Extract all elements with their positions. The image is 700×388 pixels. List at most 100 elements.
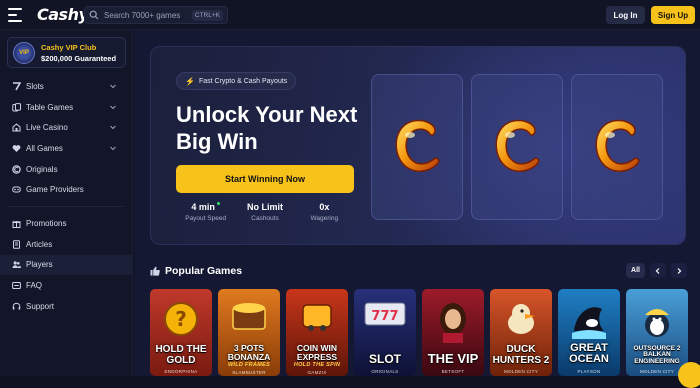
sidebar-item-players[interactable]: Players — [0, 254, 132, 276]
slot-machine-icon: 777 — [364, 302, 406, 326]
game-studio: PLAYSON — [577, 369, 601, 374]
logo[interactable]: Cashy — [37, 5, 89, 24]
sidebar-item-label: Players — [26, 260, 53, 270]
game-card-the-vip[interactable]: THE VIP BETSOFT — [422, 289, 484, 376]
payout-pill: ⚡ Fast Crypto & Cash Payouts — [176, 72, 297, 90]
hero-stats: 4 min Payout Speed No Limit Cashouts 0x … — [176, 202, 354, 222]
game-title: OUTSOURCE 2 BALKAN ENGINEERING — [633, 344, 681, 366]
next-button[interactable] — [671, 263, 687, 278]
treasure-pot-icon — [232, 303, 266, 330]
chevron-down-icon — [110, 105, 116, 109]
vip-title: Cashy VIP Club — [41, 42, 97, 52]
sidebar-divider — [8, 206, 124, 208]
chevron-right-icon — [677, 267, 682, 274]
stat-label: Cashouts — [251, 215, 279, 222]
stat-payout-speed: 4 min Payout Speed — [176, 202, 235, 222]
view-all-button[interactable]: All — [626, 263, 645, 278]
live-dot-icon — [216, 202, 220, 205]
game-card-slot[interactable]: 777 SLOT ORIGINALS — [354, 289, 416, 376]
game-card-duck-hunters-2[interactable]: DUCK HUNTERS 2 MOLDEN CITY — [490, 289, 552, 376]
slot-seven-icon — [12, 82, 21, 91]
popular-games-row: ? HOLD THE GOLD ENDORPHINA 3 POTS BONANZ… — [150, 289, 700, 379]
game-card-hold-the-gold[interactable]: ? HOLD THE GOLD ENDORPHINA — [150, 289, 212, 376]
sidebar-item-articles[interactable]: Articles — [0, 234, 132, 255]
chevron-down-icon — [110, 84, 116, 89]
stat-value: No Limit — [246, 202, 283, 212]
game-studio: GAMZIX — [307, 370, 327, 375]
vip-subtitle: $200,000 Guaranteed — [41, 53, 117, 63]
penguin-art-icon — [645, 309, 669, 337]
game-studio: SLAMBUSTER — [232, 370, 266, 375]
sidebar-item-label: Support — [26, 301, 55, 311]
lightning-icon: ⚡ — [185, 76, 195, 86]
sidebar-item-label: Originals — [26, 164, 58, 174]
sidebar-item-label: Live Casino — [26, 123, 68, 133]
sidebar-item-faq[interactable]: FAQ — [0, 275, 132, 296]
game-studio: ORIGINALS — [371, 369, 399, 374]
search-placeholder: Search 7000+ games — [104, 10, 181, 20]
search-icon — [89, 10, 99, 20]
sidebar-item-label: Slots — [26, 81, 44, 91]
game-card-3-pots-bonanza[interactable]: 3 POTS BONANZA WILD FRAMES SLAMBUSTER — [218, 289, 280, 376]
sidebar: VIP Cashy VIP Club $200,000 Guaranteed S… — [0, 30, 133, 376]
login-button[interactable]: Log In — [606, 6, 645, 24]
game-studio: ENDORPHINA — [164, 369, 198, 374]
sidebar-item-label: Articles — [26, 239, 53, 249]
game-card-great-ocean[interactable]: GREAT OCEAN PLAYSON — [558, 289, 620, 376]
cards-icon — [12, 102, 21, 112]
live-casino-icon — [12, 123, 21, 132]
document-icon — [12, 239, 21, 249]
stat-label: Wagering — [310, 215, 339, 222]
sidebar-item-originals[interactable]: Originals — [0, 159, 132, 180]
payout-pill-text: Fast Crypto & Cash Payouts — [198, 77, 288, 85]
sidebar-item-promotions[interactable]: Promotions — [0, 213, 132, 234]
search-input[interactable]: Search 7000+ games CTRL+K — [84, 6, 228, 24]
woman-portrait-icon — [440, 303, 466, 343]
game-subtitle: WILD FRAMES — [227, 362, 271, 368]
slot-reel — [371, 74, 463, 220]
sidebar-item-table-games[interactable]: Table Games — [0, 97, 132, 118]
start-winning-button[interactable]: Start Winning Now — [176, 165, 354, 193]
chevron-down-icon — [110, 146, 116, 151]
vip-badge-icon: VIP — [13, 41, 35, 64]
chevron-down-icon — [110, 126, 116, 130]
menu-toggle-icon[interactable] — [8, 8, 22, 22]
game-subtitle: HOLD THE SPIN — [293, 362, 341, 368]
signup-button[interactable]: Sign Up — [651, 6, 695, 24]
game-card-outsourced-2[interactable]: OUTSOURCE 2 BALKAN ENGINEERING MOLDEN CI… — [626, 289, 688, 376]
sidebar-nav: Slots Table Games Live Casino All Games … — [0, 76, 132, 317]
chevron-left-icon — [655, 267, 660, 274]
cashy-c-logo-icon — [495, 119, 540, 172]
top-bar: Cashy Search 7000+ games CTRL+K Log In S… — [0, 0, 700, 30]
orca-art-icon — [572, 307, 606, 339]
search-shortcut: CTRL+K — [191, 9, 223, 21]
users-icon — [12, 260, 21, 269]
svg-text:?: ? — [175, 307, 187, 331]
train-art-icon — [302, 304, 332, 331]
hero-banner: ⚡ Fast Crypto & Cash Payouts Unlock Your… — [150, 46, 686, 245]
coin-art-icon: ? — [164, 302, 198, 336]
sidebar-item-label: All Games — [26, 143, 63, 153]
sidebar-item-live-casino[interactable]: Live Casino — [0, 117, 132, 138]
game-title: 3 POTS BONANZA — [227, 343, 271, 363]
chat-bubble-button[interactable] — [678, 362, 700, 388]
sidebar-item-label: Promotions — [26, 218, 67, 228]
providers-icon — [12, 185, 21, 194]
game-card-coin-win-express[interactable]: COIN WIN EXPRESS HOLD THE SPIN GAMZIX — [286, 289, 348, 376]
sidebar-item-support[interactable]: Support — [0, 296, 132, 317]
sidebar-item-label: FAQ — [26, 281, 43, 291]
game-studio: MOLDEN CITY — [503, 369, 539, 374]
game-title: COIN WIN EXPRESS — [296, 343, 338, 363]
sidebar-item-game-providers[interactable]: Game Providers — [0, 179, 132, 200]
stat-value: 0x — [319, 202, 330, 212]
prev-button[interactable] — [650, 263, 666, 278]
cashy-c-logo-icon — [395, 119, 440, 172]
sidebar-item-slots[interactable]: Slots — [0, 76, 132, 97]
cashy-c-logo-icon — [595, 119, 640, 172]
vip-club-banner[interactable]: VIP Cashy VIP Club $200,000 Guaranteed — [7, 37, 126, 68]
game-title: DUCK HUNTERS 2 — [492, 344, 550, 366]
svg-text:777: 777 — [371, 309, 398, 324]
popular-games-header: Popular Games All — [150, 262, 687, 282]
stat-wagering: 0x Wagering — [295, 202, 354, 222]
sidebar-item-all-games[interactable]: All Games — [0, 138, 132, 159]
